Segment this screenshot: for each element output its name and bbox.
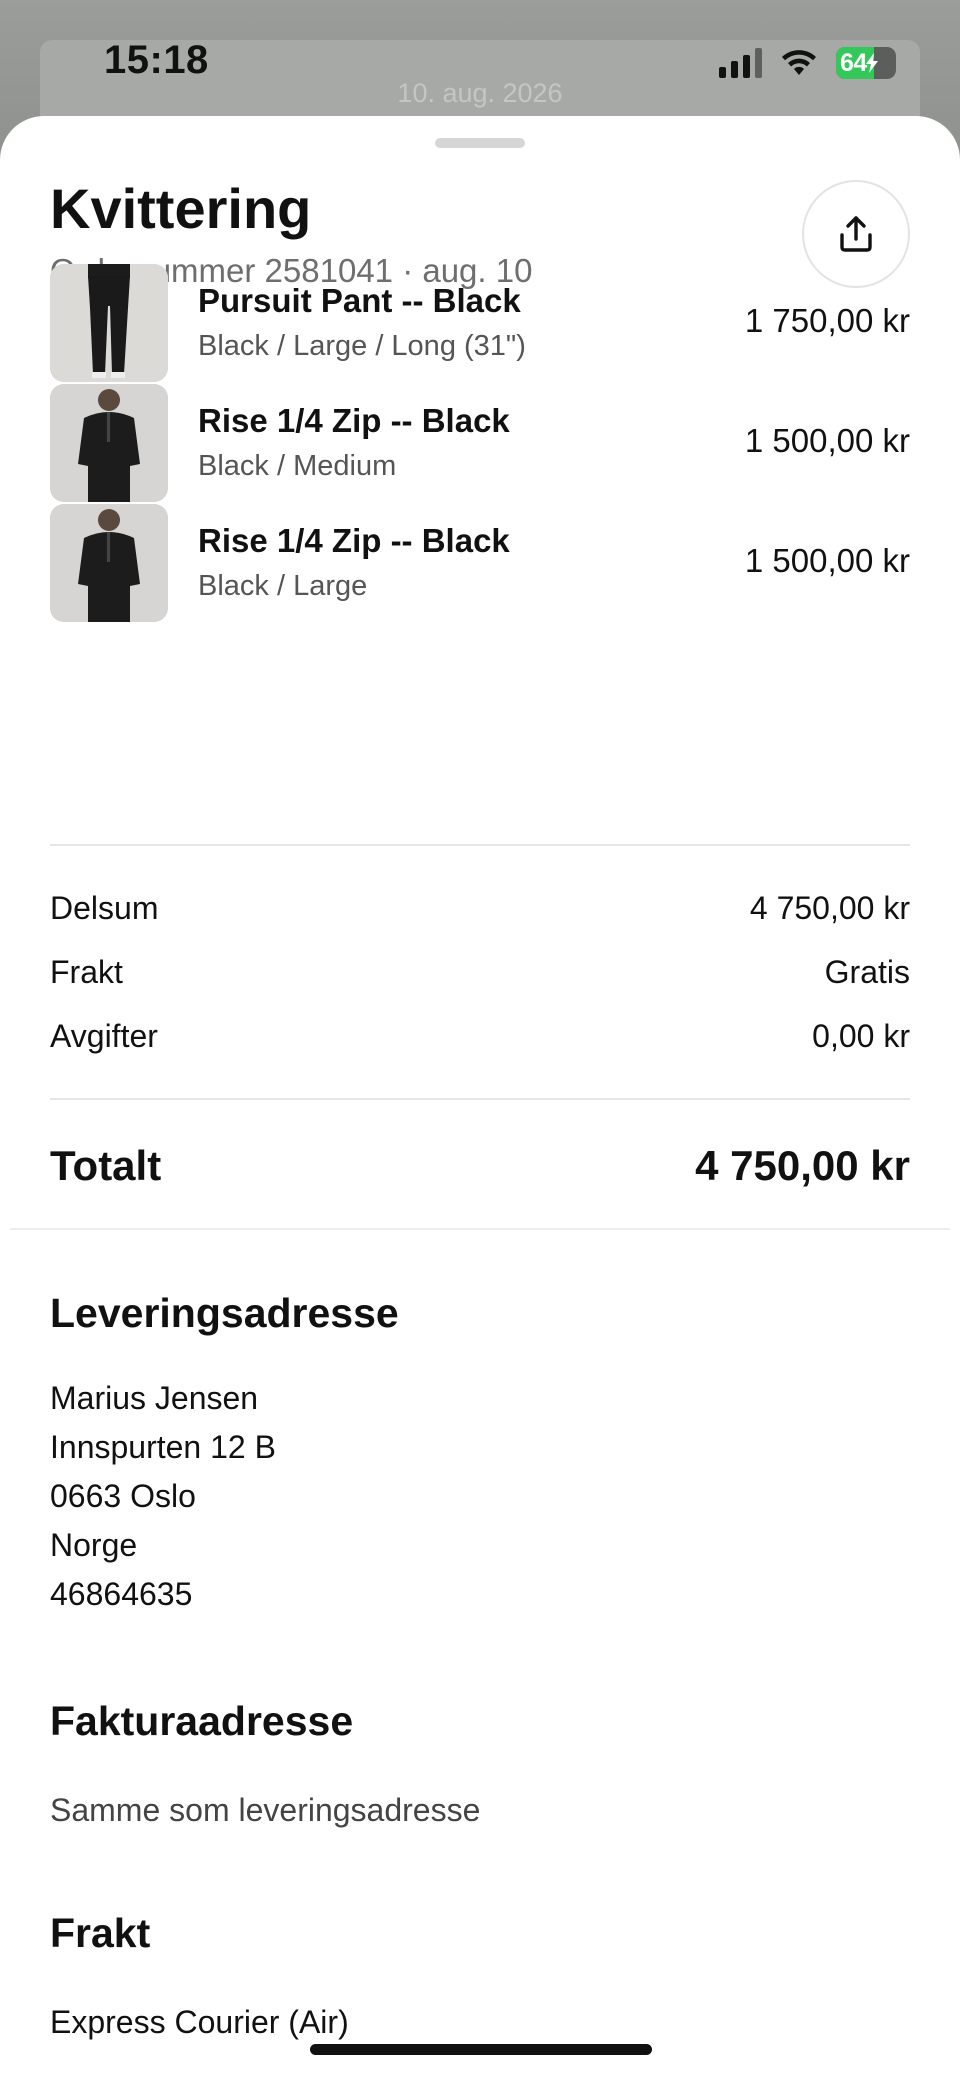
status-icons: 64 (719, 46, 896, 80)
summary-value: Gratis (824, 954, 910, 990)
phone-number: 46864635 (50, 1576, 193, 1612)
order-item[interactable]: Rise 1/4 Zip -- Black Black / Large 1 50… (50, 504, 910, 624)
address-line: 0663 Oslo (50, 1478, 196, 1514)
order-item[interactable]: Pursuit Pant -- Black Black / Large / Lo… (50, 264, 910, 384)
receipt-sheet: Kvittering Ordrenummer 2581041 · aug. 10… (0, 116, 960, 2078)
item-price: 1 750,00 kr (744, 302, 910, 339)
summary-row-fees: Avgifter 0,00 kr (50, 1018, 910, 1062)
delivery-address-heading: Leveringsadresse (50, 1290, 399, 1336)
summary-label: Frakt (50, 954, 123, 990)
address-line: Marius Jensen (50, 1380, 259, 1416)
share-upload-icon (840, 216, 872, 252)
total-label: Totalt (50, 1142, 162, 1189)
product-image-zip (50, 384, 168, 502)
item-variant: Black / Medium (198, 450, 397, 482)
charging-bolt-icon (865, 53, 878, 73)
address-line: Norge (50, 1527, 138, 1563)
billing-address-heading: Fakturaadresse (50, 1698, 354, 1744)
summary-label: Delsum (50, 890, 159, 926)
billing-address-text: Samme som leveringsadresse (50, 1792, 481, 1828)
section-divider (10, 1228, 950, 1230)
delivery-address: Marius Jensen Innspurten 12 B 0663 Oslo … (50, 1374, 276, 1619)
summary-value: 0,00 kr (812, 1018, 910, 1054)
total-row: Totalt 4 750,00 kr (50, 1142, 910, 1202)
summary-row-subtotal: Delsum 4 750,00 kr (50, 890, 910, 934)
order-item[interactable]: Rise 1/4 Zip -- Black Black / Medium 1 5… (50, 384, 910, 504)
home-indicator[interactable] (310, 2044, 652, 2055)
item-variant: Black / Large (198, 570, 368, 602)
item-price: 1 500,00 kr (744, 422, 910, 459)
shipping-heading: Frakt (50, 1910, 151, 1956)
item-name: Pursuit Pant -- Black (198, 282, 521, 319)
battery-level: 64 (840, 48, 867, 77)
item-name: Rise 1/4 Zip -- Black (198, 522, 510, 559)
product-image-zip (50, 504, 168, 622)
summary-label: Avgifter (50, 1018, 158, 1054)
address-line: Innspurten 12 B (50, 1429, 276, 1465)
summary-row-shipping: Frakt Gratis (50, 954, 910, 998)
status-time: 15:18 (104, 38, 209, 82)
product-image-pants (50, 264, 168, 382)
battery-icon: 64 (836, 47, 896, 79)
page-title: Kvittering (50, 177, 312, 240)
total-value: 4 750,00 kr (695, 1142, 910, 1189)
item-name: Rise 1/4 Zip -- Black (198, 402, 510, 439)
shipping-method: Express Courier (Air) (50, 2004, 349, 2040)
cellular-signal-icon (719, 48, 762, 78)
divider (50, 1098, 910, 1100)
summary-value: 4 750,00 kr (749, 890, 910, 926)
sheet-grabber[interactable] (435, 138, 525, 148)
wifi-icon (782, 50, 816, 75)
item-variant: Black / Large / Long (31") (198, 330, 526, 362)
divider (50, 844, 910, 846)
item-price: 1 500,00 kr (744, 542, 910, 579)
